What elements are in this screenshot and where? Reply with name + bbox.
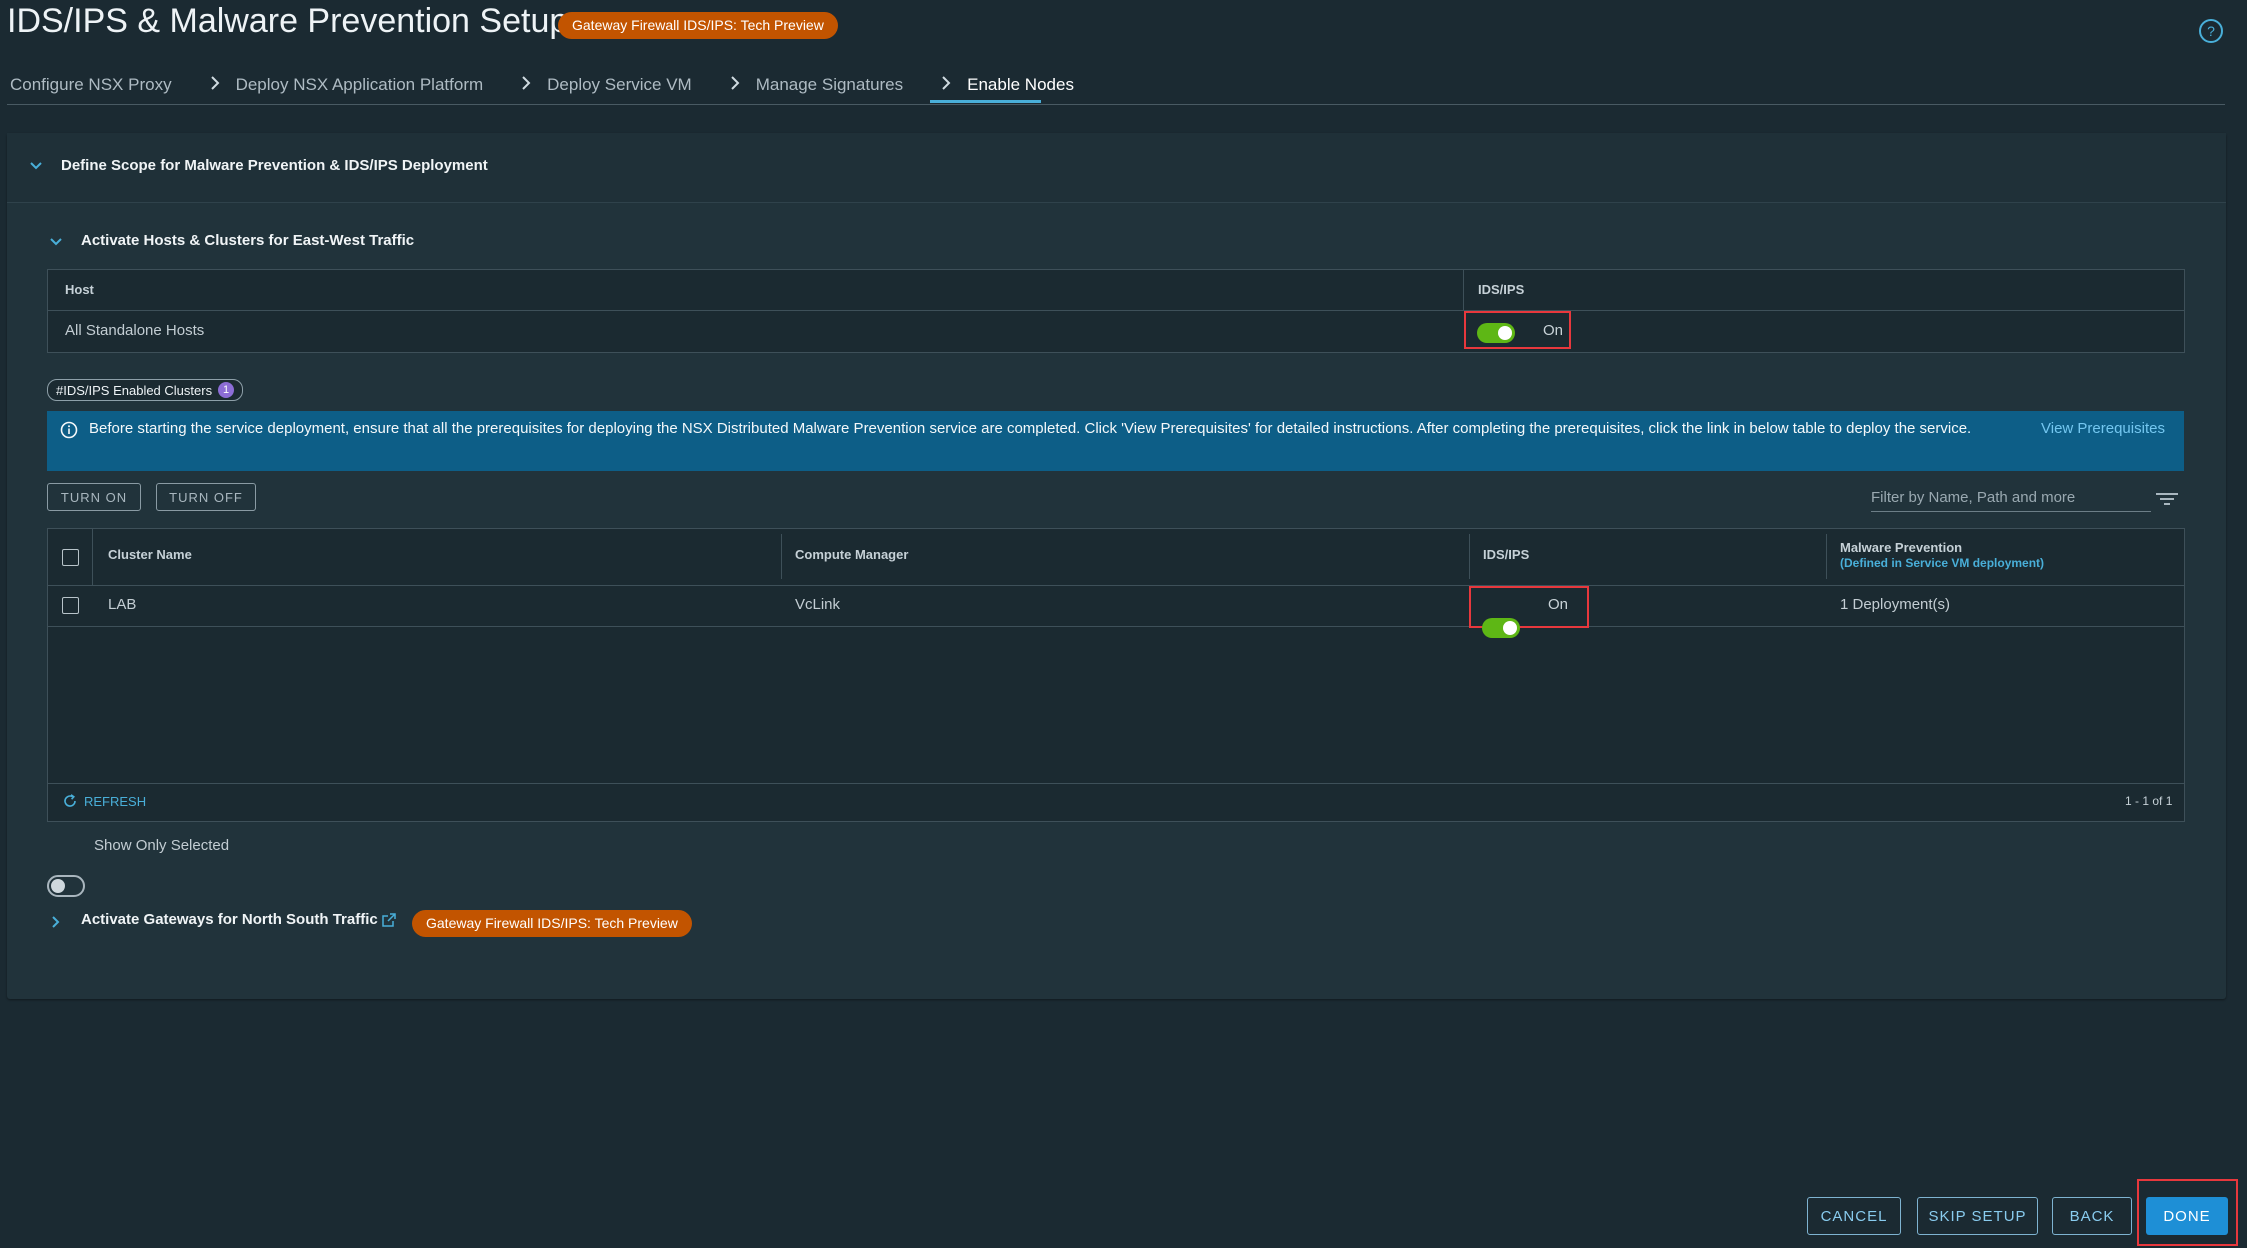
chevron-down-icon[interactable]: [29, 159, 43, 173]
compute-manager-column-header[interactable]: Compute Manager: [795, 547, 908, 562]
svg-text:?: ?: [2207, 23, 2215, 39]
step-manage-signatures[interactable]: Manage Signatures: [756, 75, 903, 95]
chevron-right-icon[interactable]: [49, 915, 63, 929]
refresh-button[interactable]: REFRESH: [84, 794, 146, 809]
chevron-right-icon: [210, 75, 222, 96]
scope-section-title: Define Scope for Malware Prevention & ID…: [61, 157, 488, 174]
select-all-checkbox[interactable]: [62, 549, 79, 566]
step-configure-nsx-proxy[interactable]: Configure NSX Proxy: [10, 75, 172, 95]
clusters-tag-label: #IDS/IPS Enabled Clusters: [56, 382, 213, 398]
cluster-name-column-header[interactable]: Cluster Name: [108, 547, 192, 562]
alert-message: Before starting the service deployment, …: [89, 420, 1972, 437]
show-only-selected-toggle[interactable]: [47, 875, 85, 897]
refresh-icon[interactable]: [62, 793, 78, 809]
cluster-ids-toggle[interactable]: [1482, 618, 1520, 638]
standalone-hosts-ids-toggle[interactable]: [1477, 323, 1515, 343]
skip-setup-button[interactable]: SKIP SETUP: [1917, 1197, 2038, 1235]
done-button[interactable]: DONE: [2146, 1197, 2228, 1235]
ids-enabled-clusters-tag[interactable]: #IDS/IPS Enabled Clusters 1: [47, 379, 244, 401]
steps-divider: [7, 104, 2225, 105]
show-only-selected-label: Show Only Selected: [94, 837, 230, 854]
page-title: IDS/IPS & Malware Prevention Setup: [7, 2, 569, 40]
clusters-count-badge: 1: [218, 382, 235, 398]
north-south-section-title: Activate Gateways for North South Traffi…: [81, 911, 378, 928]
pagination-label: 1 - 1 of 1: [2125, 794, 2173, 808]
active-step-indicator: [930, 100, 1041, 103]
back-button[interactable]: BACK: [2052, 1197, 2132, 1235]
east-west-section-title: Activate Hosts & Clusters for East-West …: [81, 232, 415, 249]
malware-prevention-subheader-link[interactable]: (Defined in Service VM deployment): [1840, 556, 2044, 570]
cluster-table: [47, 528, 2185, 822]
external-link-icon[interactable]: [381, 912, 397, 928]
view-prerequisites-link[interactable]: View Prerequisites: [2041, 420, 2165, 437]
step-deploy-nsx-application-platform[interactable]: Deploy NSX Application Platform: [236, 75, 484, 95]
compute-manager-cell: VcLink: [795, 596, 841, 613]
step-deploy-service-vm[interactable]: Deploy Service VM: [547, 75, 692, 95]
toggle-state-label: On: [1543, 322, 1564, 339]
ids-ips-column-header: IDS/IPS: [1478, 282, 1525, 297]
row-checkbox[interactable]: [62, 597, 79, 614]
cancel-button[interactable]: CANCEL: [1807, 1197, 1901, 1235]
chevron-right-icon: [941, 75, 953, 96]
chevron-right-icon: [730, 75, 742, 96]
turn-off-button[interactable]: TURN OFF: [156, 483, 256, 511]
host-column-header: Host: [65, 282, 94, 297]
host-name-cell: All Standalone Hosts: [65, 322, 205, 339]
help-circle-icon[interactable]: ?: [2198, 18, 2224, 44]
malware-deployment-cell: 1 Deployment(s): [1840, 596, 1951, 613]
toggle-state-label: On: [1548, 596, 1569, 613]
north-south-tech-preview-badge: Gateway Firewall IDS/IPS: Tech Preview: [412, 910, 692, 937]
step-enable-nodes[interactable]: Enable Nodes: [967, 75, 1074, 95]
cluster-name-cell: LAB: [108, 596, 137, 613]
host-table: [47, 269, 2185, 353]
filter-lines-icon[interactable]: [2155, 490, 2179, 508]
info-circle-icon: [60, 421, 78, 439]
chevron-right-icon: [521, 75, 533, 96]
malware-prevention-column-header[interactable]: Malware Prevention: [1840, 540, 1962, 555]
tech-preview-badge: Gateway Firewall IDS/IPS: Tech Preview: [558, 12, 838, 39]
turn-on-button[interactable]: TURN ON: [47, 483, 141, 511]
filter-input[interactable]: [1871, 484, 2151, 512]
ids-ips-column-header[interactable]: IDS/IPS: [1483, 547, 1529, 562]
chevron-down-icon[interactable]: [49, 235, 63, 249]
